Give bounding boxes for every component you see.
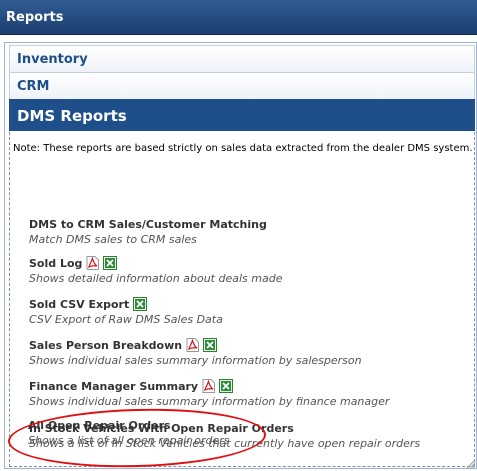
report-description: Shows individual sales summary informati…	[29, 395, 390, 408]
report-description: CSV Export of Raw DMS Sales Data	[29, 313, 223, 326]
report-item: Finance Manager Summary Shows individual…	[29, 378, 469, 408]
report-item: All Open Repair Orders Shows a list of a…	[28, 417, 468, 448]
report-description: Shows individual sales summary informati…	[29, 354, 362, 367]
report-link-finance-manager-summary[interactable]: Finance Manager Summary	[29, 380, 198, 393]
report-description: Shows detailed information about deals m…	[29, 272, 283, 285]
pdf-icon[interactable]	[86, 256, 100, 270]
report-description: Match DMS sales to CRM sales	[29, 233, 197, 246]
report-link-dms-to-crm[interactable]: DMS to CRM Sales/Customer Matching	[29, 218, 267, 231]
report-link-sales-person-breakdown[interactable]: Sales Person Breakdown	[29, 339, 182, 352]
section-crm-label[interactable]: CRM	[17, 79, 50, 94]
pdf-icon[interactable]	[202, 379, 216, 393]
section-dms-reports-label[interactable]: DMS Reports	[17, 107, 127, 125]
report-link-sold-csv-export[interactable]: Sold CSV Export	[29, 298, 129, 311]
section-inventory[interactable]: Inventory	[9, 45, 475, 73]
excel-icon[interactable]	[133, 297, 148, 311]
report-item: Sold Log Shows detailed information abou…	[29, 255, 469, 285]
excel-icon[interactable]	[203, 338, 218, 352]
excel-icon[interactable]	[103, 256, 118, 270]
resize-grip-icon[interactable]	[466, 459, 476, 469]
window-title: Reports	[6, 10, 64, 25]
report-item: Sales Person Breakdown Shows individual …	[29, 337, 469, 367]
excel-icon[interactable]	[219, 379, 234, 393]
report-link-all-open-repair-orders[interactable]: All Open Repair Orders	[28, 419, 171, 432]
report-description: Shows a list of all open repair orders	[28, 434, 230, 447]
pdf-icon[interactable]	[186, 338, 200, 352]
section-dms-reports[interactable]: DMS Reports	[9, 99, 475, 131]
section-inventory-label[interactable]: Inventory	[17, 52, 88, 67]
section-crm[interactable]: CRM	[9, 72, 475, 100]
report-item: Sold CSV Export CSV Export of Raw DMS Sa…	[29, 296, 469, 326]
window-titlebar: Reports	[0, 0, 477, 35]
dms-note: Note: These reports are based strictly o…	[13, 143, 473, 154]
reports-panel: Inventory CRM DMS Reports Note: These re…	[4, 42, 477, 469]
report-item: DMS to CRM Sales/Customer Matching Match…	[29, 216, 469, 247]
report-link-sold-log[interactable]: Sold Log	[29, 257, 82, 270]
